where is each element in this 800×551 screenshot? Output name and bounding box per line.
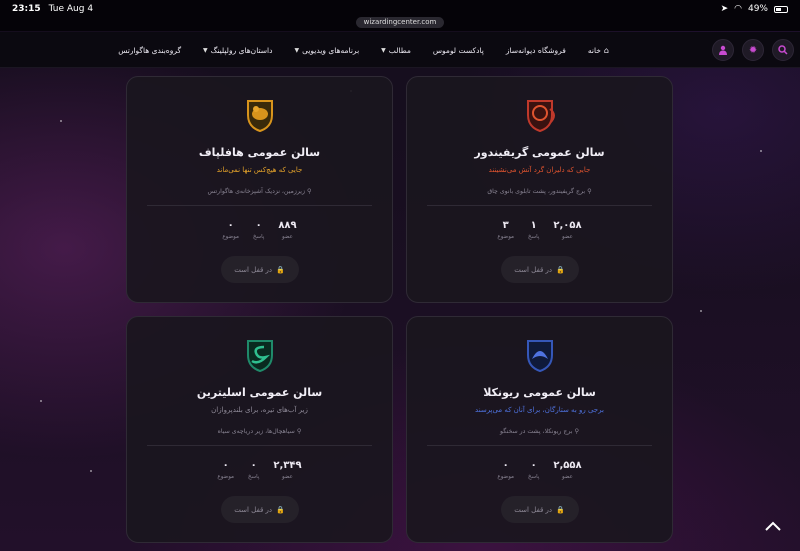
pin-icon: ⚲ [574,428,579,435]
nav-articles[interactable]: مطالب ▼ [370,46,422,55]
ravenclaw-crest-icon [520,335,560,375]
stat-topics: ۳ موضوع [497,220,514,240]
wifi-icon: ◠ [734,4,742,14]
battery-icon [774,5,788,13]
slytherin-crest-icon [240,335,280,375]
stat-replies: ۰ پاسخ [528,460,540,480]
pin-icon: ⚲ [296,428,302,435]
lock-icon: 🔒 [276,505,285,514]
card-title: سالن عمومی اسلیترین [196,386,323,399]
card-stats: ۰ موضوع ۰ پاسخ ۲,۵۵۸ عضو [497,460,581,480]
browser-url-bar: wizardingcenter.com [0,17,800,31]
star-decoration [60,120,62,122]
search-button[interactable] [772,39,794,61]
star-decoration [40,400,42,402]
scroll-to-top-button[interactable] [760,513,786,539]
settings-button[interactable]: ✹ [742,39,764,61]
common-room-card-ravenclaw: سالن عمومی ریونکلا برجی رو به ستارگان، ب… [406,316,673,543]
locked-button[interactable]: 🔒 در قفل است [220,256,299,283]
location-icon: ➤ [720,4,729,14]
star-decoration [760,150,762,152]
stat-replies: ۰ پاسخ [252,220,265,240]
star-decoration [90,470,92,472]
url-field[interactable]: wizardingcenter.com [355,17,445,28]
nav-home[interactable]: ⌂ خانه [577,46,620,55]
common-room-card-gryffindor: سالن عمومی گریفیندور جایی که دلیران گرد … [406,76,673,303]
card-title: سالن عمومی ریونکلا [483,386,596,399]
locked-button[interactable]: 🔒 در قفل است [500,496,579,523]
card-stats: ۰ موضوع ۰ پاسخ ۸۸۹ عضو [222,220,296,240]
search-icon [778,45,788,55]
gryffindor-crest-icon [520,95,560,135]
card-motto: جایی که دلیران گرد آتش می‌نشینند [488,166,591,174]
page-background [0,0,800,551]
nav-sorting[interactable]: گروه‌بندی هاگوارتس [107,46,192,55]
chevron-down-icon: ▼ [203,46,208,54]
nav-videos[interactable]: برنامه‌های ویدیویی ▼ [283,46,370,55]
settings-icon: ✹ [748,44,758,56]
user-icon [719,45,727,55]
card-location: ⚲ برج گریفیندور، پشت تابلوی بانوی چاق [487,188,592,195]
card-stats: ۳ موضوع ۱ پاسخ ۲,۰۵۸ عضو [497,220,581,240]
nav-podcast[interactable]: پادکست لوموس [422,46,495,55]
stat-members: ۲,۳۴۹ عضو [273,460,302,480]
stat-replies: ۰ پاسخ [248,460,260,480]
locked-button[interactable]: 🔒 در قفل است [220,496,299,523]
stat-topics: ۰ موضوع [497,460,514,480]
stat-topics: ۰ موضوع [222,220,239,240]
stat-members: ۲,۰۵۸ عضو [553,220,582,240]
status-time: 23:15 [12,4,41,14]
divider [427,445,652,446]
card-stats: ۰ موضوع ۰ پاسخ ۲,۳۴۹ عضو [217,460,301,480]
lock-icon: 🔒 [556,265,565,274]
nav-shop[interactable]: فروشگاه دیوانه‌ساز [495,46,577,55]
card-motto: جایی که هیچ‌کس تنها نمی‌ماند [216,166,303,174]
stat-members: ۲,۵۵۸ عضو [553,460,582,480]
card-motto: برجی رو به ستارگان، برای آنان که می‌پرسن… [475,406,604,414]
card-location: ⚲ برج ریونکلا، پشت در سخنگو [500,428,579,435]
pin-icon: ⚲ [587,188,592,195]
card-motto: زیر آب‌های تیره، برای بلندپروازان [211,406,308,414]
lock-icon: 🔒 [556,505,565,514]
lock-icon: 🔒 [276,265,285,274]
stat-topics: ۰ موضوع [217,460,234,480]
divider [147,205,372,206]
card-title: سالن عمومی هافلپاف [198,146,321,159]
battery-percent: 49% [747,4,768,14]
hufflepuff-crest-icon [240,95,280,135]
chevron-up-icon [765,521,781,531]
user-button[interactable] [712,39,734,61]
card-title: سالن عمومی گریفیندور [474,146,605,159]
pin-icon: ⚲ [306,188,312,195]
common-room-card-hufflepuff: سالن عمومی هافلپاف جایی که هیچ‌کس تنها ن… [126,76,393,303]
divider [147,445,372,446]
chevron-down-icon: ▼ [381,46,386,54]
status-date: Tue Aug 4 [48,4,94,14]
card-location: ⚲ زیرزمین، نزدیک آشپزخانه‌ی هاگوارتس [207,188,312,195]
common-room-card-slytherin: سالن عمومی اسلیترین زیر آب‌های تیره، برا… [126,316,393,543]
nav-roleplay[interactable]: داستان‌های رولپلینگ ▼ [192,46,283,55]
main-navbar: ✹ ⌂ خانه فروشگاه دیوانه‌ساز پادکست لوموس… [0,32,800,68]
star-decoration [700,310,702,312]
os-status-bar: 23:15 Tue Aug 4 ➤ ◠ 49% [0,0,800,18]
divider [427,205,652,206]
home-icon: ⌂ [603,45,609,55]
chevron-down-icon: ▼ [294,46,300,54]
locked-button[interactable]: 🔒 در قفل است [500,256,579,283]
card-location: ⚲ سیاهچال‌ها، زیر دریاچه‌ی سیاه [217,428,302,435]
stat-replies: ۱ پاسخ [528,220,540,240]
stat-members: ۸۸۹ عضو [278,220,297,240]
